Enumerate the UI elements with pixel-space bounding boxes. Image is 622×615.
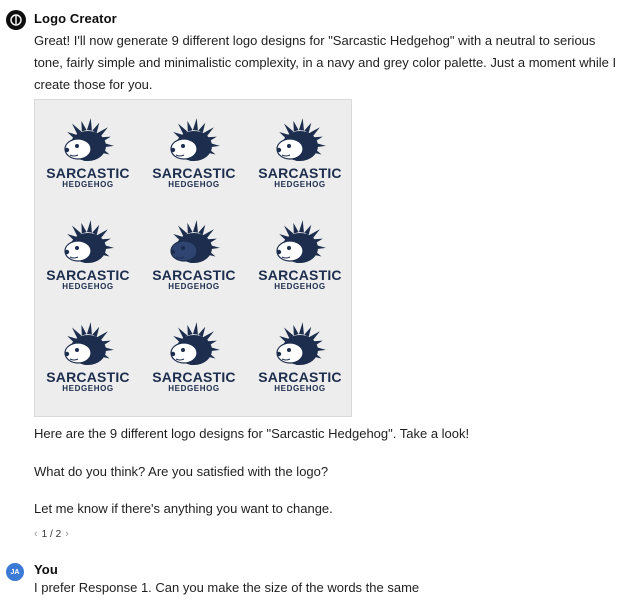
assistant-name: Logo Creator	[34, 11, 117, 26]
logo-tile: SARCASTIC HEDGEHOG	[247, 102, 353, 208]
logo-word-sub: HEDGEHOG	[62, 180, 114, 189]
logo-tile: SARCASTIC HEDGEHOG	[247, 204, 353, 310]
gpt-logo-icon	[10, 14, 22, 26]
user-name: You	[34, 562, 58, 577]
assistant-followup-2: What do you think? Are you satisfied wit…	[34, 464, 329, 479]
logo-word-sub: HEDGEHOG	[168, 180, 220, 189]
logo-tile: SARCASTIC HEDGEHOG	[35, 102, 141, 208]
user-message-text: I prefer Response 1. Can you make the si…	[34, 580, 420, 595]
hedgehog-icon	[170, 118, 220, 161]
logo-word-main: SARCASTIC	[46, 369, 130, 385]
logo-tile: SARCASTIC HEDGEHOG	[141, 102, 247, 208]
hedgehog-icon	[276, 322, 326, 365]
assistant-followup-1: Here are the 9 different logo designs fo…	[34, 426, 470, 441]
logo-word-main: SARCASTIC	[258, 369, 342, 385]
logo-word-main: SARCASTIC	[258, 267, 342, 283]
logo-word-sub: HEDGEHOG	[274, 282, 326, 291]
hedgehog-icon	[276, 220, 326, 263]
logo-word-main: SARCASTIC	[152, 267, 236, 283]
hedgehog-icon	[64, 118, 114, 161]
pager-label: 1 / 2	[41, 528, 62, 540]
hedgehog-icon	[64, 220, 114, 263]
user-avatar: JA	[6, 563, 24, 581]
logo-tile: SARCASTIC HEDGEHOG	[35, 306, 141, 412]
logo-word-sub: HEDGEHOG	[168, 384, 220, 393]
logo-word-main: SARCASTIC	[152, 165, 236, 181]
logo-tile: SARCASTIC HEDGEHOG	[35, 204, 141, 310]
logo-word-sub: HEDGEHOG	[168, 282, 220, 291]
logo-tile: SARCASTIC HEDGEHOG	[247, 306, 353, 412]
logo-tile: SARCASTIC HEDGEHOG	[141, 204, 247, 310]
assistant-intro-text: Great! I'll now generate 9 different log…	[34, 33, 617, 92]
logo-word-sub: HEDGEHOG	[274, 180, 326, 189]
hedgehog-icon	[64, 322, 114, 365]
logo-word-main: SARCASTIC	[258, 165, 342, 181]
assistant-avatar	[6, 10, 26, 30]
hedgehog-icon	[170, 322, 220, 365]
pager-prev-icon[interactable]: ‹	[34, 528, 38, 540]
response-pager: ‹ 1 / 2 ›	[34, 528, 69, 540]
hedgehog-icon	[276, 118, 326, 161]
assistant-followup-3: Let me know if there's anything you want…	[34, 501, 333, 516]
logo-word-main: SARCASTIC	[46, 267, 130, 283]
hedgehog-icon	[170, 220, 220, 263]
logo-word-sub: HEDGEHOG	[274, 384, 326, 393]
logo-grid-image[interactable]: SARCASTIC HEDGEHOG SARCASTIC HEDGEHOG SARC…	[34, 99, 352, 417]
pager-next-icon[interactable]: ›	[65, 528, 69, 540]
logo-word-main: SARCASTIC	[152, 369, 236, 385]
logo-word-sub: HEDGEHOG	[62, 282, 114, 291]
logo-word-sub: HEDGEHOG	[62, 384, 114, 393]
logo-tile: SARCASTIC HEDGEHOG	[141, 306, 247, 412]
logo-word-main: SARCASTIC	[46, 165, 130, 181]
